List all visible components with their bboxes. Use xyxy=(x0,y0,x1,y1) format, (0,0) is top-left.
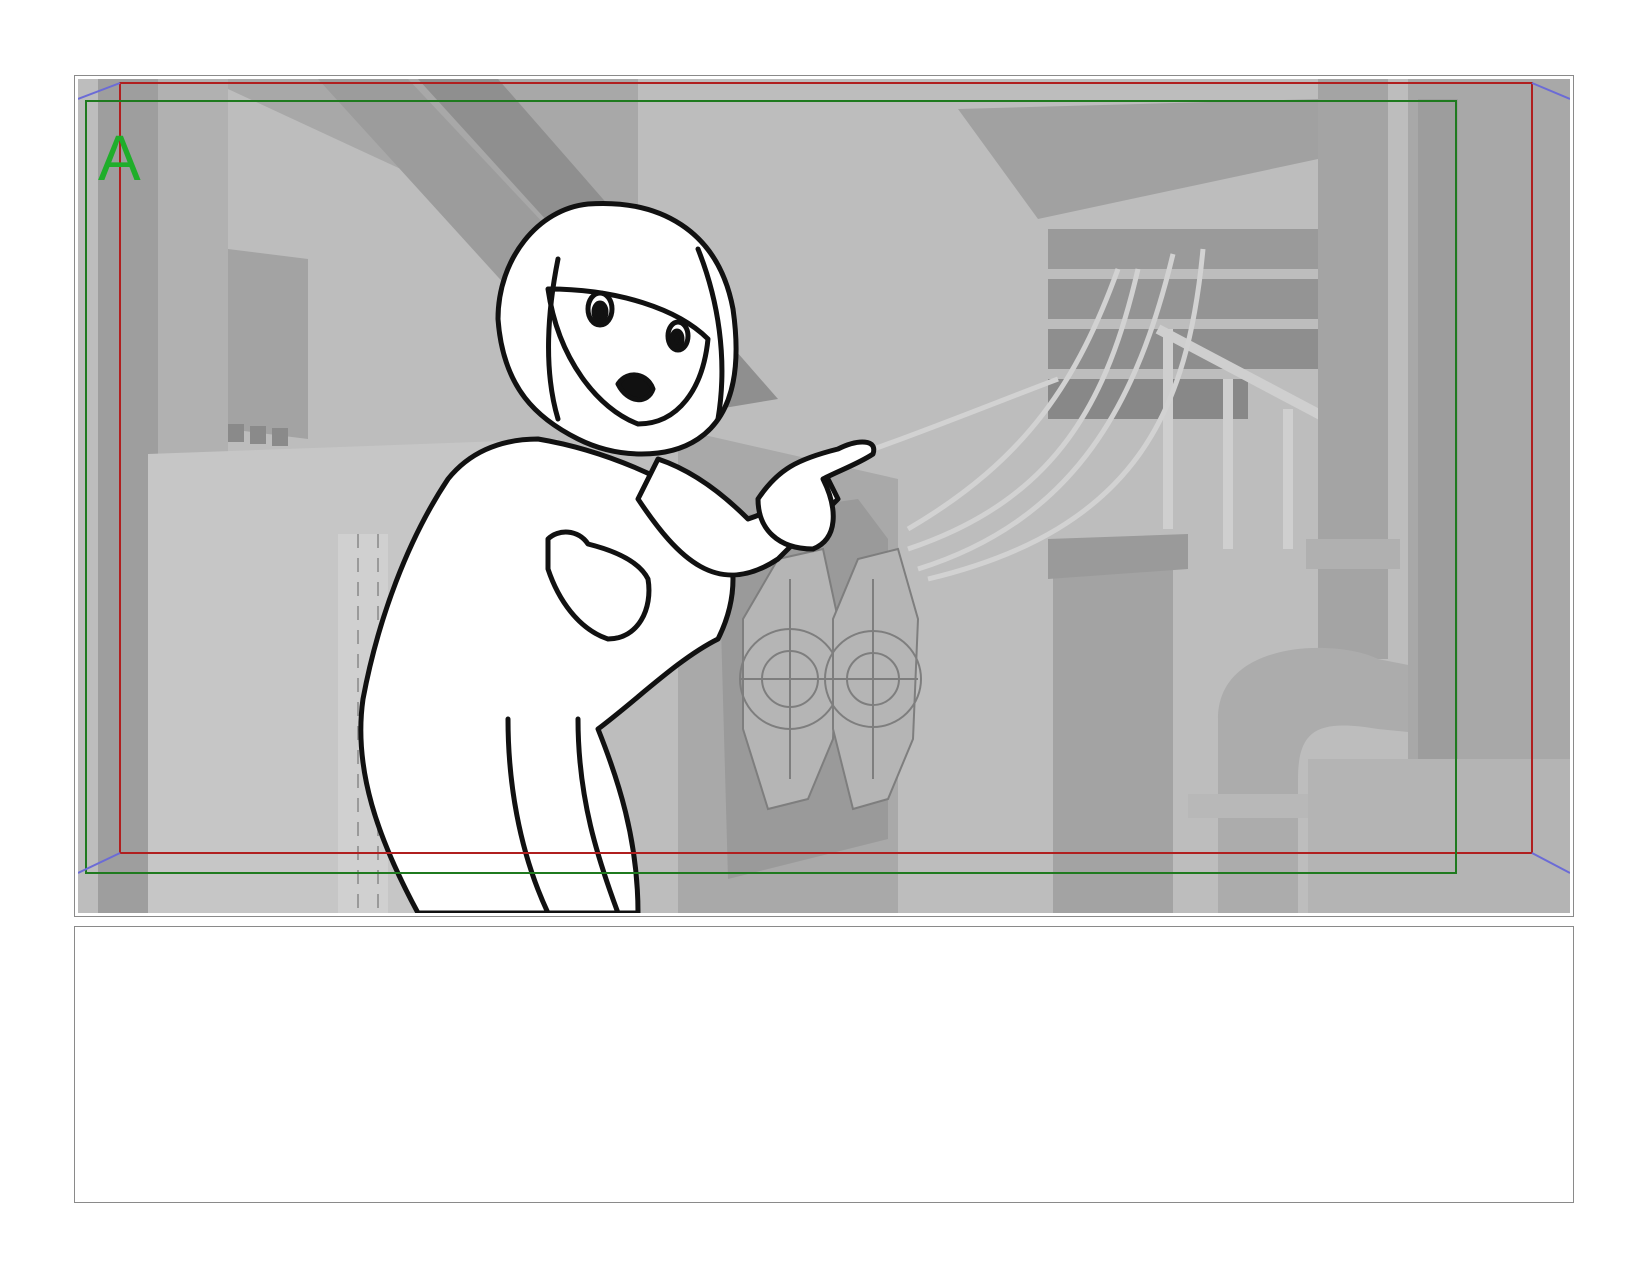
electrical-box xyxy=(228,249,308,439)
shot-label: A xyxy=(98,122,141,194)
storyboard-page: A xyxy=(0,0,1648,1276)
storyboard-panel[interactable] xyxy=(74,75,1574,917)
pipe-column xyxy=(1053,549,1173,913)
panel-notes-box[interactable] xyxy=(74,926,1574,1203)
panel-artwork xyxy=(78,79,1570,913)
vertical-pipe xyxy=(1318,79,1388,659)
